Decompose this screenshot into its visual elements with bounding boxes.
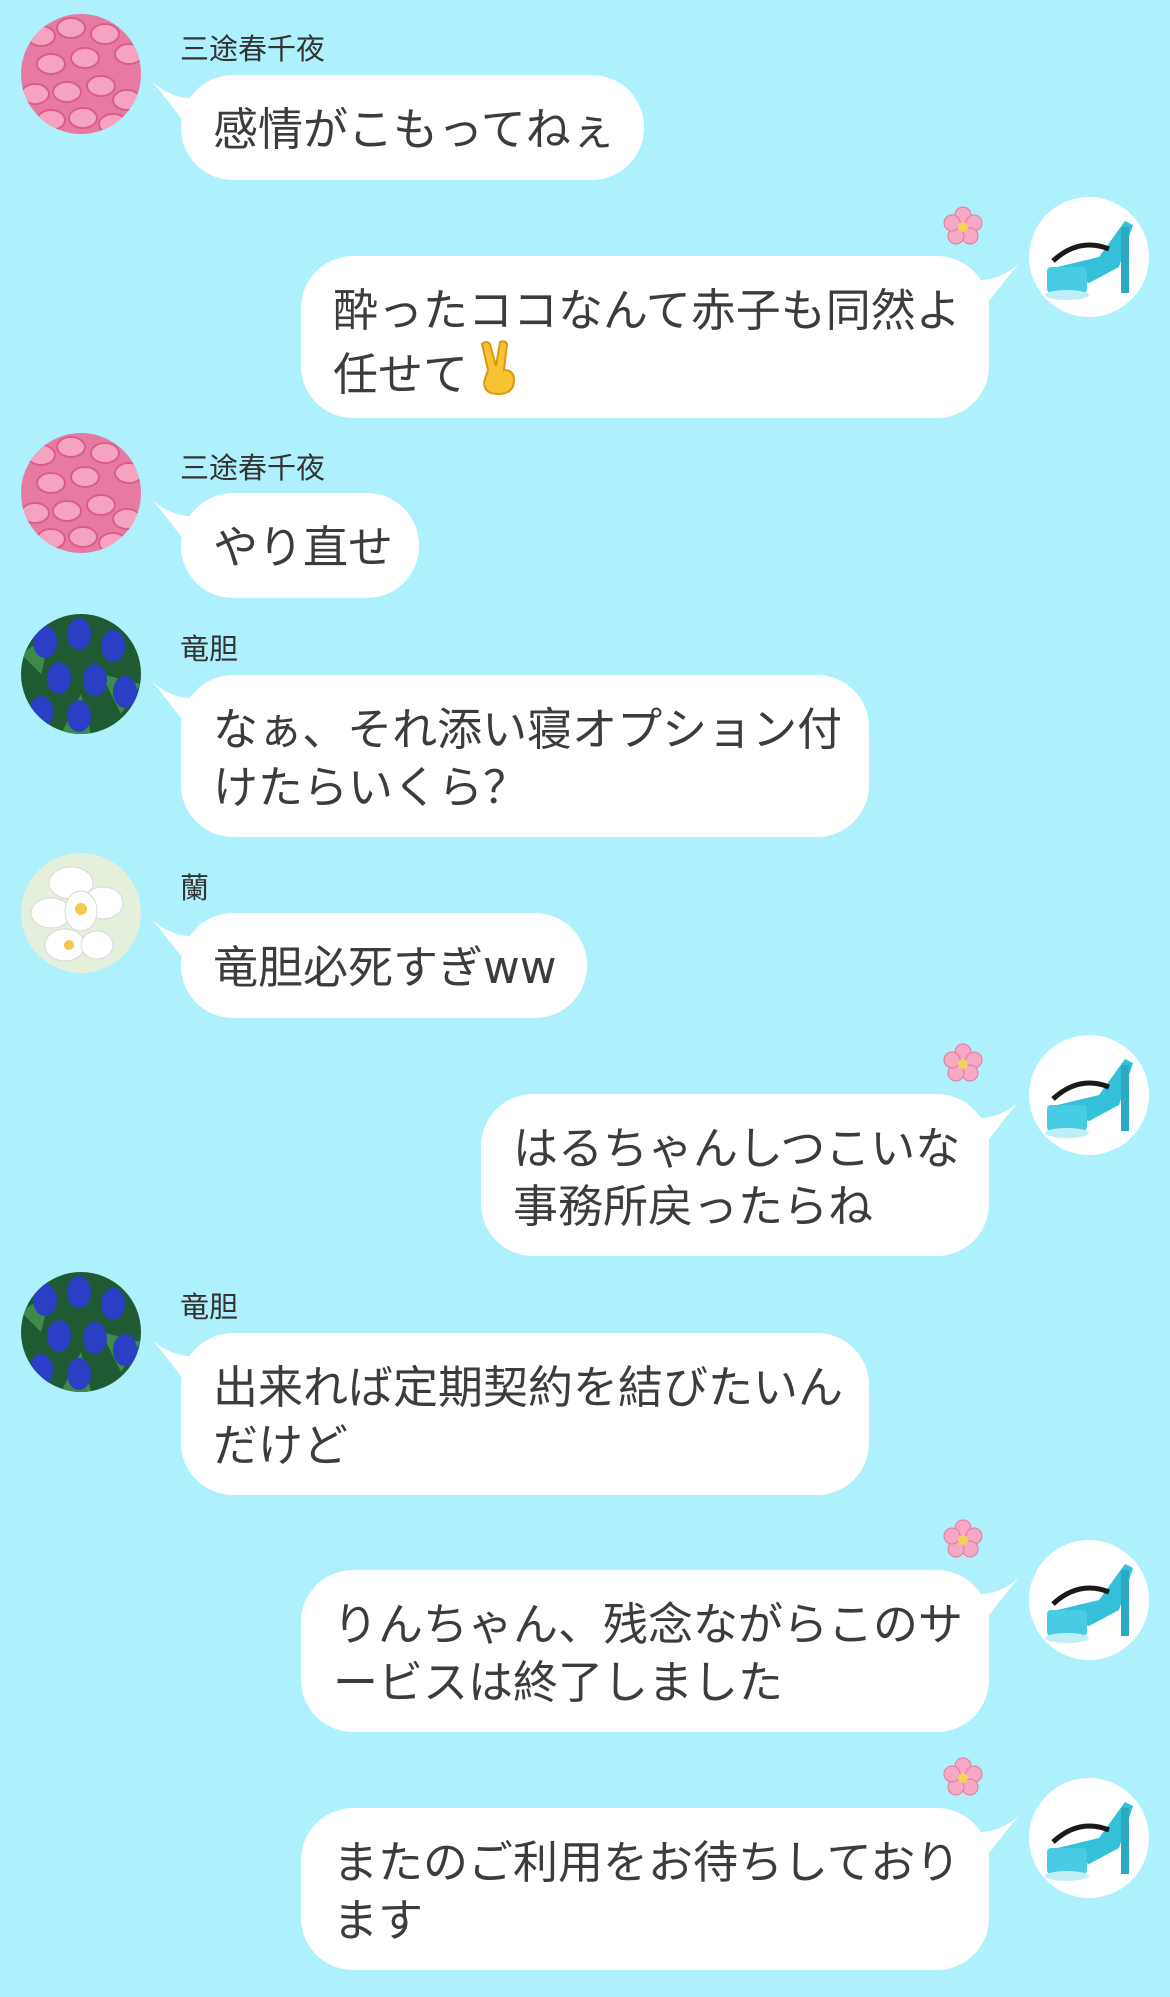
message-bubble[interactable]: りんちゃん、残念ながらこのサ ービスは終了しました [301,1570,989,1732]
pink-pills-avatar[interactable] [21,14,141,134]
cherry-blossom-icon [943,1519,983,1559]
message-text: りんちゃん、残念ながらこのサ [333,1598,964,1651]
message-bubble[interactable]: なぁ、それ添い寝オプション付 けたらいくら？ [181,675,869,837]
message-bubble[interactable]: 酔ったココなんて赤子も同然よ 任せて [301,256,989,418]
cherry-blossom-icon [943,1757,983,1797]
blue-heel-avatar[interactable] [1029,1540,1149,1660]
cherry-blossom-icon [943,206,983,246]
sender-name: 蘭 [180,871,210,905]
message-bubble[interactable]: またのご利用をお待ちしており ます [301,1808,989,1970]
message-text: けたらいくら？ [213,761,529,814]
message-text: 任せて [333,348,469,401]
message-text: 感情がこもってねぇ [213,103,616,156]
sender-name: 三途春千夜 [180,32,326,66]
message-bubble[interactable]: やり直せ [181,493,419,598]
message-text: ービスは終了しました [333,1656,784,1709]
message-bubble[interactable]: 竜胆必死すぎww [181,913,587,1018]
sender-name: 竜胆 [180,1290,239,1324]
message-bubble[interactable]: はるちゃんしつこいな 事務所戻ったらね [481,1094,989,1256]
message-text: またのご利用をお待ちしており [333,1836,961,1889]
message-text: ます [333,1894,424,1947]
victory-hand-icon [474,340,524,410]
message-text: 竜胆必死すぎww [213,941,557,994]
pink-pills-avatar[interactable] [21,433,141,553]
blue-gentian-avatar[interactable] [21,614,141,734]
sender-name: 三途春千夜 [180,451,326,485]
message-bubble[interactable]: 感情がこもってねぇ [181,75,644,180]
blue-heel-avatar[interactable] [1029,1035,1149,1155]
message-text: 事務所戻ったらね [513,1180,874,1233]
cherry-blossom-icon [943,1043,983,1083]
message-bubble[interactable]: 出来れば定期契約を結びたいん だけど [181,1333,869,1495]
message-text: 酔ったココなんて赤子も同然よ [333,284,961,337]
message-text: なぁ、それ添い寝オプション付 [213,703,843,756]
sender-name: 竜胆 [180,632,239,666]
white-orchid-avatar[interactable] [21,853,141,973]
message-text: はるちゃんしつこいな [513,1122,961,1175]
blue-heel-avatar[interactable] [1029,197,1149,317]
message-text: やり直せ [213,521,394,574]
blue-gentian-avatar[interactable] [21,1272,141,1392]
message-text: だけど [213,1419,349,1472]
message-text: 出来れば定期契約を結びたいん [213,1361,844,1414]
blue-heel-avatar[interactable] [1029,1778,1149,1898]
